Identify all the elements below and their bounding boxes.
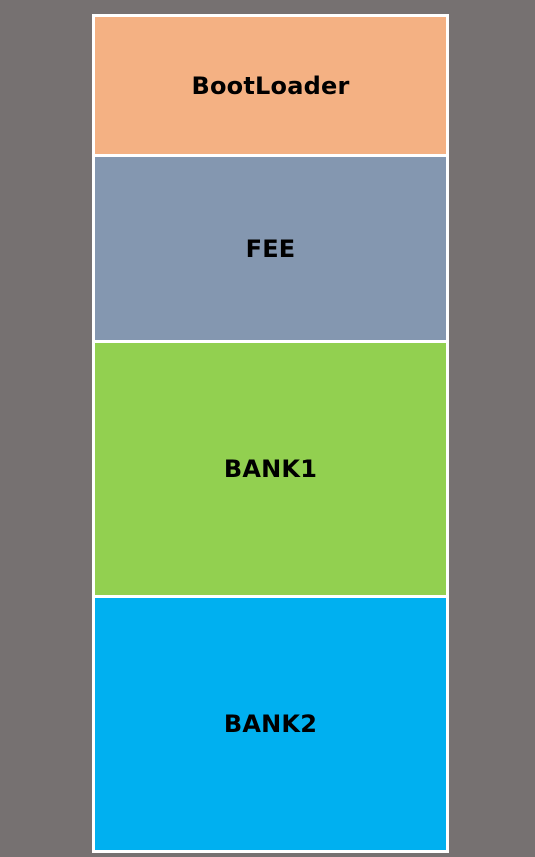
- bootloader-label: BootLoader: [191, 71, 350, 100]
- fee-region: FEE: [95, 157, 446, 340]
- bank2-region: BANK2: [95, 598, 446, 850]
- memory-map: BootLoader FEE BANK1 BANK2: [92, 14, 449, 853]
- bank2-label: BANK2: [223, 710, 318, 738]
- bank1-label: BANK1: [223, 455, 318, 483]
- bank1-region: BANK1: [95, 343, 446, 595]
- fee-label: FEE: [245, 234, 296, 263]
- bootloader-region: BootLoader: [95, 17, 446, 154]
